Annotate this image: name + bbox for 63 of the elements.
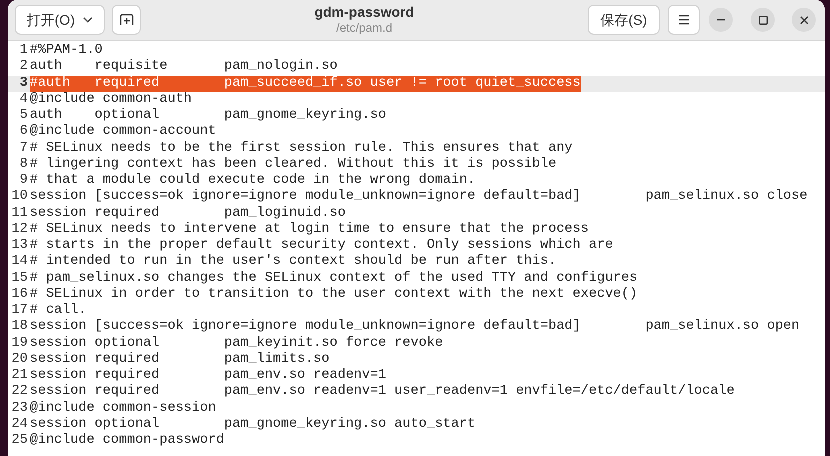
code-line: auth requisite pam_nologin.so — [30, 59, 338, 76]
line-number: 19 — [10, 336, 29, 352]
window-title: gdm-password — [314, 4, 414, 22]
line-number: 22 — [10, 384, 29, 400]
window-subtitle: /etc/pam.d — [336, 21, 393, 36]
code-line: # lingering context has been cleared. Without this it is possible — [30, 156, 557, 173]
code-line: session required pam_loginuid.so — [30, 206, 346, 222]
code-line: auth optional pam_gnome_keyring.so — [30, 108, 386, 124]
code-line: # intended to run in the user's context should be run after this. — [30, 254, 557, 270]
line-number: 20 — [10, 352, 29, 368]
line-number: 4 — [18, 92, 29, 108]
line-number: 5 — [18, 108, 29, 124]
line-number: 18 — [10, 319, 29, 336]
code-line: # starts in the proper default security context. Only sessions which are — [30, 238, 614, 254]
code-line: session required pam_env.so readenv=1 user_readenv=1 envfile=/etc/default/locale — [30, 384, 735, 400]
code-line: session required pam_limits.so — [30, 352, 330, 368]
line-number: 11 — [10, 206, 29, 222]
line-number: 13 — [10, 238, 29, 254]
menu-icon — [678, 15, 690, 25]
line-number: 17 — [10, 303, 29, 320]
code-line: session optional pam_keyinit.so force revoke — [30, 336, 444, 352]
caret-icon — [83, 17, 94, 23]
line-number: 12 — [10, 222, 29, 238]
code-line: session required pam_env.so readenv=1 — [30, 368, 386, 384]
line-number: 24 — [10, 416, 29, 433]
line-number: 9 — [18, 173, 29, 190]
new-tab-icon — [120, 14, 134, 26]
line-number: 1 — [18, 43, 29, 60]
code-line: @include common-password — [30, 433, 224, 450]
code-line: # SELinux needs to intervene at login time to ensure that the process — [30, 222, 589, 238]
code-line: # pam_selinux.so changes the SELinux context of the used TTY and configures — [30, 270, 638, 287]
line-number: 10 — [10, 189, 29, 206]
line-number: 3 — [18, 76, 29, 92]
code-line: session [success=ok ignore=ignore module_unknown=ignore default=bad] pam_selinux.so close — [30, 189, 808, 206]
line-number: 23 — [10, 400, 29, 417]
menu-button[interactable] — [668, 5, 700, 35]
line-number: 7 — [18, 140, 29, 157]
new-tab-button[interactable] — [112, 5, 141, 35]
code-line: # SELinux in order to transition to the user context with the next execve() — [30, 286, 638, 303]
open-button[interactable]: 打开(O) — [15, 5, 105, 35]
code-line: #%PAM-1.0 — [30, 43, 103, 59]
line-number: 6 — [18, 124, 29, 140]
maximize-button[interactable] — [751, 8, 775, 32]
close-icon — [800, 16, 808, 24]
code-line: @include common-auth — [30, 92, 192, 108]
code-line: session [success=ok ignore=ignore module_unknown=ignore default=bad] pam_selinux.so open — [30, 319, 800, 336]
close-button[interactable] — [792, 8, 816, 32]
line-number: 2 — [18, 59, 29, 76]
line-number: 16 — [10, 286, 29, 303]
line-number: 14 — [10, 254, 29, 270]
minimize-icon — [717, 19, 725, 21]
code-line: # SELinux needs to be the first session rule. This ensures that any — [30, 140, 573, 157]
line-number: 15 — [10, 270, 29, 287]
save-button[interactable]: 保存(S) — [588, 5, 660, 35]
code-line: # call. — [30, 303, 87, 319]
code-line: session optional pam_gnome_keyring.so auto_start — [30, 416, 476, 433]
maximize-icon — [758, 16, 768, 24]
code-line: @include common-account — [30, 124, 216, 140]
line-number: 25 — [10, 433, 29, 450]
line-number: 8 — [18, 156, 29, 173]
code-line: @include common-session — [30, 400, 216, 417]
code-line: # that a module could execute code in the wrong domain. — [30, 173, 476, 189]
line-number: 21 — [10, 368, 29, 384]
